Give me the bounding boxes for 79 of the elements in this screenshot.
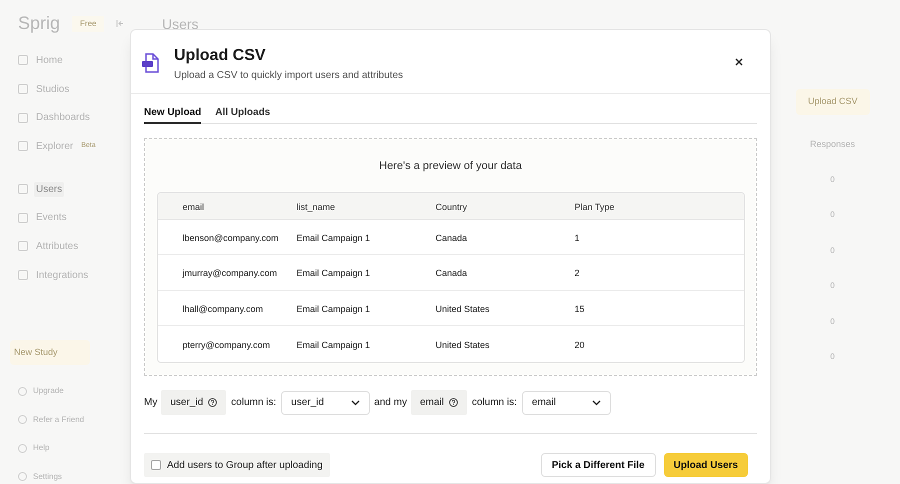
pick-file-button[interactable]: Pick a Different File (540, 453, 656, 477)
nav-icon (18, 55, 28, 66)
column-dropdown[interactable]: user_id (281, 390, 370, 414)
nav-icon (18, 141, 28, 152)
table-cell: pterry@company.com (182, 340, 270, 350)
nav-item[interactable]: Integrations (34, 268, 90, 283)
nav-item[interactable]: Help (33, 442, 50, 454)
nav-item[interactable]: Settings (33, 470, 62, 483)
mapping-text: and my (374, 396, 407, 410)
upload-csv-button[interactable]: Upload CSV (796, 89, 870, 114)
nav-icon (18, 184, 28, 194)
table-cell: Email Campaign 1 (296, 340, 370, 350)
nav-item[interactable]: Home (34, 52, 65, 68)
chevron-down-icon (592, 400, 601, 406)
upload-users-button[interactable]: Upload Users (664, 453, 748, 477)
nav-icon (18, 241, 28, 252)
column-header: email (182, 202, 204, 212)
table-cell-text: 0 (830, 209, 835, 221)
mapping-text: My (144, 396, 158, 410)
nav-item[interactable]: Refer a Friend (33, 414, 84, 426)
nav-item[interactable]: Attributes (34, 238, 80, 254)
table-cell: Email Campaign 1 (296, 304, 370, 314)
help-icon[interactable] (448, 398, 458, 407)
chevron-down-icon (351, 400, 360, 406)
column-key-chip: user_id (161, 390, 226, 415)
table-cell-text: 0 (830, 280, 835, 292)
nav-icon (18, 472, 27, 482)
table-cell: United States (436, 304, 490, 314)
table-cell: jmurray@company.com (182, 268, 277, 278)
close-icon[interactable] (735, 58, 743, 66)
mapping-text: column is: (231, 396, 276, 410)
nav-item[interactable]: Dashboards (34, 110, 92, 126)
nav-item[interactable]: Explorer (34, 138, 76, 154)
table-cell: Email Campaign 1 (296, 268, 370, 278)
table-cell: 2 (574, 268, 580, 278)
checkbox-label: Add users to Group after uploading (167, 458, 323, 472)
table-cell: 15 (574, 304, 585, 314)
table-cell-text: 0 (830, 174, 835, 186)
help-icon[interactable] (208, 398, 218, 407)
nav-icon (18, 84, 28, 94)
table-cell: Email Campaign 1 (296, 232, 370, 243)
plan-label: Free (72, 16, 104, 32)
dialog-title: Upload CSV (174, 46, 267, 66)
table-cell-text: 0 (830, 351, 835, 363)
table-cell: Canada (436, 232, 468, 243)
nav-icon (18, 444, 27, 453)
column-dropdown[interactable]: email (522, 390, 611, 414)
logo: Sprig (18, 12, 60, 35)
table-cell: Canada (436, 268, 468, 278)
nav-icon (18, 386, 27, 396)
nav-icon (18, 270, 28, 280)
checkbox[interactable] (151, 460, 161, 470)
column-header: Plan Type (574, 202, 614, 212)
nav-icon (18, 415, 27, 424)
nav-icon (18, 112, 28, 123)
column-key-chip: email (410, 390, 467, 415)
table-cell-text: 0 (830, 244, 835, 256)
table-cell: 20 (574, 340, 585, 350)
nav-item[interactable]: Upgrade (33, 385, 64, 398)
table-cell: lbenson@company.com (182, 232, 279, 243)
table-cell: United States (436, 340, 490, 350)
dialog-subtitle: Upload a CSV to quickly import users and attributes (174, 69, 403, 83)
mapping-text: column is: (472, 396, 517, 410)
nav-icon (18, 212, 28, 223)
column-header: list_name (296, 202, 336, 212)
preview-heading: Here's a preview of your data (379, 159, 522, 174)
new-study-button[interactable]: New Study (10, 340, 90, 365)
table-cell-text: 0 (830, 316, 835, 328)
nav-item[interactable]: Users (34, 182, 64, 197)
table-cell: lhall@company.com (182, 304, 263, 314)
column-header: Country (436, 202, 468, 212)
csv-file-icon (140, 52, 162, 74)
page-title: Users (162, 15, 199, 34)
table-cell: 1 (574, 232, 580, 243)
nav-item[interactable]: Events (34, 210, 69, 226)
column-header: Responses (810, 138, 856, 151)
tab[interactable]: New Upload (144, 105, 202, 124)
nav-item[interactable]: Studios (34, 82, 72, 97)
tab[interactable]: All Uploads (215, 105, 270, 124)
